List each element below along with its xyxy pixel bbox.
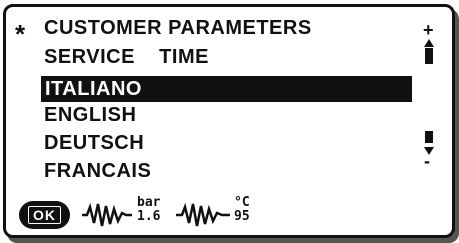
menu-item-english[interactable]: ENGLISH — [44, 103, 136, 127]
pressure-readout: bar 1.6 — [137, 196, 160, 224]
pressure-unit: bar — [137, 195, 161, 210]
ok-button-label: OK — [28, 206, 61, 224]
menu-item-francais[interactable]: FRANCAIS — [44, 159, 151, 183]
lcd-screen: * CUSTOMER PARAMETERS SERVICE TIME ITALI… — [3, 4, 455, 238]
scroll-thumb-bottom — [425, 131, 433, 143]
ok-button[interactable]: OK — [19, 201, 70, 229]
menu-item-customer-parameters[interactable]: CUSTOMER PARAMETERS — [44, 16, 312, 40]
temperature-readout: °C 95 — [234, 196, 250, 224]
scroll-down-symbol: - — [424, 151, 430, 171]
menu-item-selected-highlight[interactable]: ITALIANO — [41, 76, 412, 102]
scroll-up-arrow-icon — [424, 39, 434, 47]
menu-item-deutsch[interactable]: DEUTSCH — [44, 131, 144, 155]
scroll-up-symbol: + — [423, 20, 434, 40]
selected-marker-icon: * — [15, 19, 26, 49]
menu-item-service-time[interactable]: SERVICE TIME — [44, 45, 209, 69]
signal-wave-icon — [82, 202, 132, 227]
signal-wave-icon-2 — [176, 202, 230, 227]
pressure-value: 1.6 — [137, 209, 161, 224]
menu-item-italiano[interactable]: ITALIANO — [45, 77, 142, 101]
temperature-value: 95 — [234, 209, 250, 224]
temperature-unit: °C — [234, 195, 250, 210]
scroll-thumb-top — [425, 48, 433, 64]
